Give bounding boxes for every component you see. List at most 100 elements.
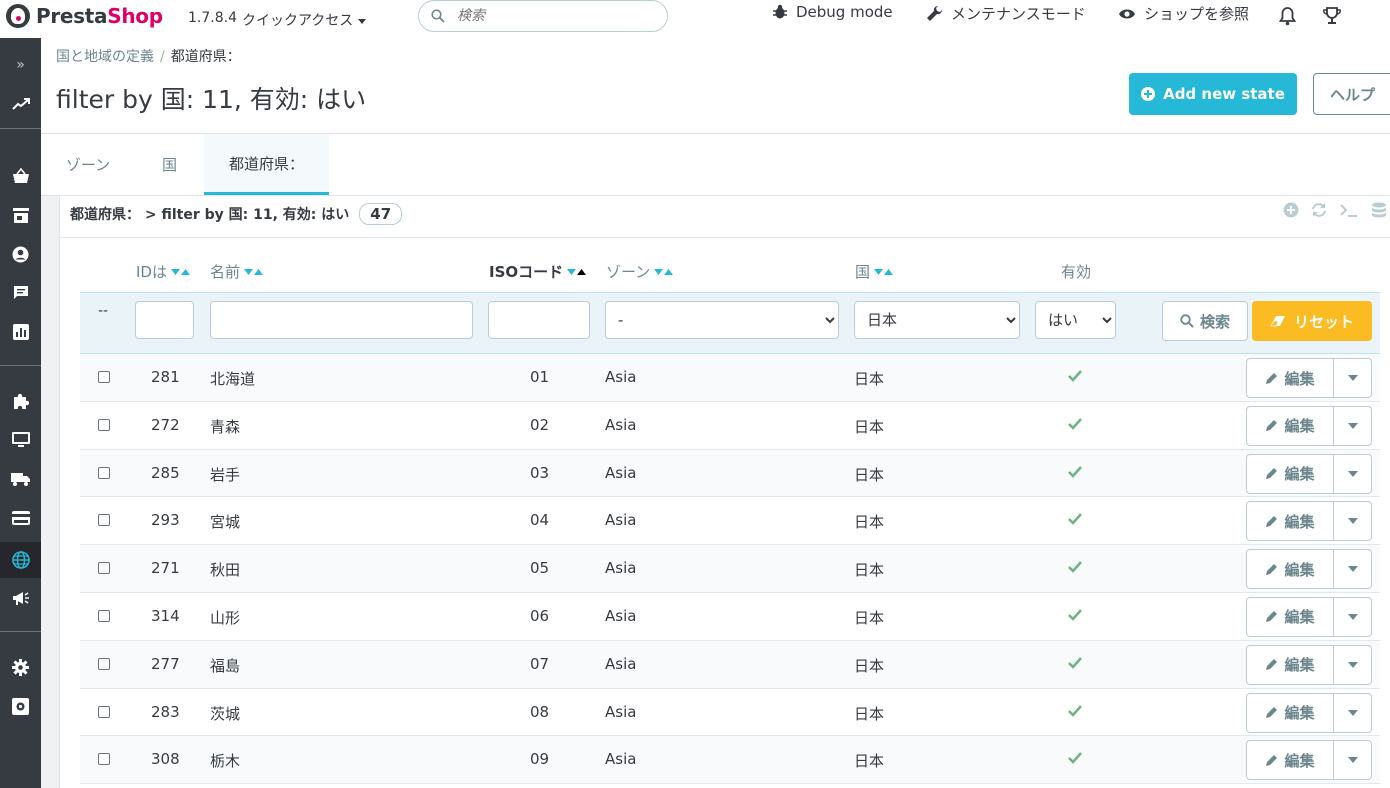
edit-button[interactable]: 編集: [1246, 453, 1334, 494]
sidebar-item-advanced[interactable]: [0, 691, 41, 721]
maintenance-mode-link[interactable]: メンテナンスモード: [925, 3, 1086, 24]
check-icon[interactable]: [1068, 465, 1082, 478]
check-icon[interactable]: [1068, 704, 1082, 717]
check-icon[interactable]: [1068, 417, 1082, 430]
check-icon[interactable]: [1068, 609, 1082, 621]
sidebar-item-catalog[interactable]: [0, 200, 41, 230]
row-actions-dropdown[interactable]: [1334, 692, 1372, 733]
view-shop-link[interactable]: ショップを参照: [1118, 3, 1249, 24]
row-checkbox[interactable]: [98, 418, 110, 431]
row-checkbox[interactable]: [98, 657, 110, 670]
sql-query-icon[interactable]: [1339, 202, 1359, 218]
zone-filter-select[interactable]: -: [605, 301, 839, 339]
prestashop-logo[interactable]: PrestaShop: [6, 4, 163, 28]
sidebar-item-international[interactable]: [0, 542, 41, 578]
id-filter-input[interactable]: [135, 301, 194, 339]
search-input[interactable]: [457, 5, 657, 27]
edit-button[interactable]: 編集: [1246, 405, 1334, 446]
sidebar-item-payment[interactable]: [0, 503, 41, 533]
caret-down-icon: [1347, 470, 1358, 477]
sidebar-item-messages[interactable]: [0, 278, 41, 308]
debug-mode-link[interactable]: Debug mode: [772, 3, 893, 21]
filter-reset-button[interactable]: リセット: [1252, 301, 1372, 341]
cell-country: 日本: [854, 704, 885, 723]
check-icon[interactable]: [1068, 752, 1082, 765]
add-new-icon[interactable]: [1283, 202, 1299, 218]
sidebar-item-settings[interactable]: [0, 652, 41, 682]
sidebar-item-marketing[interactable]: [0, 583, 41, 613]
sidebar-item-customers[interactable]: [0, 239, 41, 269]
check-icon[interactable]: [1068, 370, 1082, 382]
row-actions: 編集: [1246, 453, 1372, 494]
sidebar-item-orders[interactable]: [0, 161, 41, 191]
edit-button[interactable]: 編集: [1246, 596, 1334, 637]
sidebar-item-stats[interactable]: [0, 317, 41, 347]
sort-arrows-icon[interactable]: [170, 268, 190, 275]
row-actions-dropdown[interactable]: [1334, 501, 1372, 542]
edit-button[interactable]: 編集: [1246, 644, 1334, 685]
breadcrumb-parent[interactable]: 国と地域の定義: [56, 49, 154, 65]
sidebar-item-modules[interactable]: [0, 386, 41, 416]
row-checkbox[interactable]: [98, 466, 110, 479]
check-icon[interactable]: [1068, 656, 1082, 669]
check-icon[interactable]: [1068, 561, 1082, 574]
row-actions-dropdown[interactable]: [1334, 644, 1372, 685]
add-circle-icon: [1141, 87, 1156, 101]
country-filter-select[interactable]: 日本: [854, 301, 1020, 339]
sidebar-item-dashboard[interactable]: [0, 89, 41, 119]
row-checkbox[interactable]: [98, 609, 110, 622]
row-checkbox[interactable]: [98, 753, 110, 766]
row-actions-dropdown[interactable]: [1334, 740, 1372, 781]
add-new-state-button[interactable]: Add new state: [1129, 73, 1297, 115]
sidebar-collapse-toggle[interactable]: »: [0, 50, 41, 80]
caret-down-icon: [1347, 613, 1358, 620]
bar-chart-icon: [12, 324, 29, 340]
edit-button[interactable]: 編集: [1246, 740, 1334, 781]
iso-filter-input[interactable]: [488, 301, 590, 339]
cell-id: 277: [151, 654, 180, 673]
edit-button[interactable]: 編集: [1246, 549, 1334, 590]
edit-button[interactable]: 編集: [1246, 358, 1334, 398]
row-actions-dropdown[interactable]: [1334, 405, 1372, 446]
row-actions-dropdown[interactable]: [1334, 358, 1372, 398]
row-actions-dropdown[interactable]: [1334, 596, 1372, 637]
refresh-icon[interactable]: [1311, 202, 1327, 218]
sort-arrows-icon[interactable]: [244, 268, 264, 275]
row-actions-dropdown[interactable]: [1334, 549, 1372, 590]
database-icon[interactable]: [1371, 202, 1387, 220]
bell-icon[interactable]: [1279, 6, 1296, 26]
tab-countries[interactable]: 国: [135, 134, 204, 195]
page-title: filter by 国: 11, 有効: はい: [56, 85, 367, 114]
filter-search-button[interactable]: 検索: [1162, 301, 1248, 341]
row-checkbox[interactable]: [98, 371, 110, 383]
row-actions-dropdown[interactable]: [1334, 453, 1372, 494]
sidebar-item-shipping[interactable]: [0, 464, 41, 494]
cell-iso: 01: [530, 368, 550, 386]
edit-button[interactable]: 編集: [1246, 692, 1334, 733]
pencil-icon: [1266, 707, 1278, 719]
cell-id: 283: [151, 702, 180, 721]
sort-arrows-icon[interactable]: [654, 268, 674, 275]
row-checkbox[interactable]: [98, 514, 110, 527]
quick-access-menu[interactable]: クイックアクセス: [242, 10, 366, 30]
table-row: 308 栃木 09 Asia 日本 編集: [80, 736, 1380, 785]
trophy-icon[interactable]: [1322, 6, 1342, 26]
account-circle-icon: [12, 246, 29, 262]
cell-country: 日本: [854, 608, 885, 627]
check-icon[interactable]: [1068, 513, 1082, 526]
row-checkbox[interactable]: [98, 705, 110, 718]
sidebar-item-design[interactable]: [0, 425, 41, 455]
active-filter-select[interactable]: はい: [1035, 301, 1116, 339]
filter-row: -- - 日本 はい 検索 リセット: [80, 292, 1380, 354]
edit-button[interactable]: 編集: [1246, 501, 1334, 542]
tab-zones[interactable]: ゾーン: [41, 134, 135, 195]
header-search[interactable]: [418, 0, 668, 32]
table-row: 272 青森 02 Asia 日本 編集: [80, 402, 1380, 450]
row-checkbox[interactable]: [98, 562, 110, 575]
tab-states[interactable]: 都道府県：: [204, 134, 329, 195]
name-filter-input[interactable]: [210, 301, 473, 339]
sort-arrows-icon[interactable]: [567, 268, 587, 275]
puzzle-icon: [14, 393, 29, 409]
help-button[interactable]: ヘルプ: [1313, 73, 1390, 115]
sort-arrows-icon[interactable]: [874, 268, 894, 275]
